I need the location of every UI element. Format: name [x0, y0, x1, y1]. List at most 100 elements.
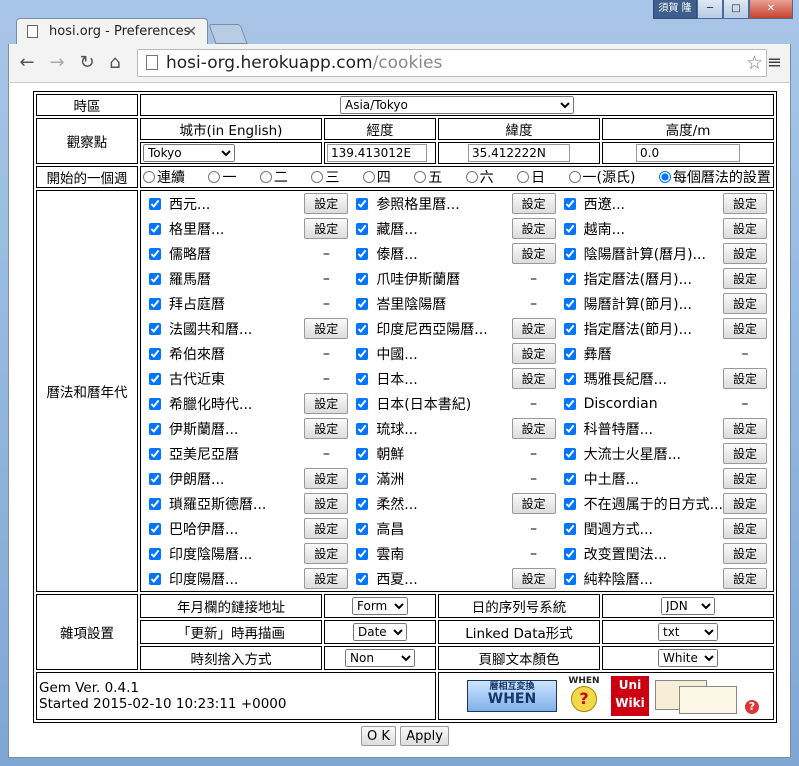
calendar-checkbox[interactable] — [149, 522, 161, 535]
calendar-settings-button[interactable]: 設定 — [511, 343, 556, 364]
calendar-settings-button[interactable]: 設定 — [511, 418, 556, 439]
calendar-settings-button[interactable]: 設定 — [304, 218, 349, 239]
calendar-checkbox[interactable] — [563, 322, 576, 335]
calendar-settings-button[interactable]: 設定 — [723, 418, 767, 439]
calendar-settings-button[interactable]: 設定 — [304, 543, 349, 564]
calendar-checkbox[interactable] — [356, 422, 369, 435]
calendar-settings-button[interactable]: 設定 — [723, 243, 767, 264]
longitude-input[interactable] — [327, 144, 427, 162]
calendar-settings-button[interactable]: 設定 — [304, 568, 349, 589]
forward-icon[interactable]: → — [45, 52, 69, 73]
calendar-checkbox[interactable] — [149, 272, 161, 285]
latitude-input[interactable] — [468, 144, 570, 162]
calendar-checkbox[interactable] — [149, 222, 161, 235]
calendar-checkbox[interactable] — [356, 572, 369, 585]
calendar-checkbox[interactable] — [563, 197, 576, 210]
calendar-settings-button[interactable]: 設定 — [511, 243, 556, 264]
help-icon[interactable]: ? — [745, 700, 759, 714]
week-radio[interactable] — [568, 171, 581, 183]
calendar-checkbox[interactable] — [563, 447, 576, 460]
calendar-settings-button[interactable]: 設定 — [304, 418, 349, 439]
calendar-checkbox[interactable] — [149, 472, 161, 485]
calendar-checkbox[interactable] — [356, 222, 369, 235]
calendar-checkbox[interactable] — [356, 447, 369, 460]
calendar-settings-button[interactable]: 設定 — [723, 368, 767, 389]
calendar-checkbox[interactable] — [356, 372, 369, 385]
week-option-8[interactable]: 一(源氏) — [568, 167, 635, 187]
week-radio[interactable] — [208, 171, 221, 183]
linked-data-select[interactable]: txt — [658, 623, 718, 641]
calendar-checkbox[interactable] — [356, 297, 369, 310]
rounding-select[interactable]: Non — [345, 649, 415, 667]
profile-badge[interactable]: 須賀 隆 — [653, 0, 697, 19]
calendar-checkbox[interactable] — [356, 522, 369, 535]
calendar-settings-button[interactable]: 設定 — [304, 318, 349, 339]
week-option-1[interactable]: 一 — [208, 167, 236, 187]
calendar-checkbox[interactable] — [149, 347, 161, 360]
week-option-6[interactable]: 六 — [465, 167, 494, 187]
calendar-checkbox[interactable] — [149, 547, 161, 560]
when-question-badge[interactable]: WHEN ? — [561, 676, 607, 716]
calendar-settings-button[interactable]: 設定 — [511, 193, 556, 214]
when-badge[interactable]: 暦相互変換 WHEN — [467, 680, 557, 712]
calendar-checkbox[interactable] — [563, 247, 576, 260]
calendar-checkbox[interactable] — [149, 422, 161, 435]
calendar-checkbox[interactable] — [563, 297, 576, 310]
calendar-checkbox[interactable] — [356, 497, 369, 510]
calendar-checkbox[interactable] — [563, 372, 576, 385]
browser-tab[interactable]: hosi.org - Preferences ✕ — [16, 18, 208, 44]
calendar-checkbox[interactable] — [356, 472, 369, 485]
calendar-checkbox[interactable] — [149, 572, 161, 585]
footer-color-select[interactable]: White — [658, 649, 718, 667]
maximize-button[interactable]: □ — [723, 0, 749, 19]
address-bar[interactable]: hosi-org.herokuapp.com/cookies ☆ — [137, 49, 767, 77]
home-icon[interactable]: ⌂ — [103, 52, 127, 73]
week-radio[interactable] — [517, 171, 530, 183]
week-option-4[interactable]: 四 — [362, 167, 391, 187]
uniwiki-badge[interactable]: Uni Wiki — [611, 676, 649, 716]
week-option-0[interactable]: 連續 — [143, 167, 185, 187]
calendar-settings-button[interactable]: 設定 — [723, 468, 767, 489]
calendar-settings-button[interactable]: 設定 — [723, 218, 767, 239]
calendar-settings-button[interactable]: 設定 — [304, 493, 349, 514]
calendar-checkbox[interactable] — [356, 247, 369, 260]
calendar-checkbox[interactable] — [356, 322, 369, 335]
calendar-checkbox[interactable] — [563, 347, 576, 360]
reload-icon[interactable]: ↻ — [75, 52, 99, 73]
close-tab-icon[interactable]: ✕ — [185, 19, 197, 45]
week-option-2[interactable]: 二 — [259, 167, 288, 187]
calendar-checkbox[interactable] — [563, 397, 576, 410]
week-radio[interactable] — [259, 171, 272, 183]
link-target-select[interactable]: Form — [352, 597, 408, 615]
calendar-settings-button[interactable]: 設定 — [723, 493, 767, 514]
week-option-5[interactable]: 五 — [414, 167, 442, 187]
calendar-checkbox[interactable] — [356, 397, 369, 410]
calendar-checkbox[interactable] — [563, 422, 576, 435]
apply-button[interactable]: Apply — [400, 726, 449, 746]
altitude-input[interactable] — [636, 144, 740, 162]
calendar-settings-button[interactable]: 設定 — [511, 368, 556, 389]
new-tab-button[interactable] — [208, 24, 248, 44]
calendar-checkbox[interactable] — [149, 197, 161, 210]
ok-button[interactable]: O K — [361, 726, 396, 746]
city-select[interactable]: Tokyo — [143, 144, 235, 162]
calendar-checkbox[interactable] — [356, 197, 369, 210]
calendar-settings-button[interactable]: 設定 — [511, 568, 556, 589]
week-radio[interactable] — [414, 171, 427, 183]
week-option-7[interactable]: 日 — [517, 167, 545, 187]
calendar-settings-button[interactable]: 設定 — [723, 268, 767, 289]
calendar-settings-button[interactable]: 設定 — [723, 518, 767, 539]
calendar-checkbox[interactable] — [149, 447, 161, 460]
calendar-checkbox[interactable] — [149, 372, 161, 385]
calendar-settings-button[interactable]: 設定 — [511, 218, 556, 239]
calendar-settings-button[interactable]: 設定 — [304, 468, 349, 489]
calendar-settings-button[interactable]: 設定 — [723, 193, 767, 214]
week-radio[interactable] — [465, 171, 478, 183]
calendar-checkbox[interactable] — [149, 322, 161, 335]
timezone-select[interactable]: Asia/Tokyo — [340, 96, 574, 114]
calendar-checkbox[interactable] — [149, 397, 161, 410]
calendar-settings-button[interactable]: 設定 — [511, 493, 556, 514]
calendar-checkbox[interactable] — [356, 347, 369, 360]
calendar-checkbox[interactable] — [563, 497, 576, 510]
calendar-checkbox[interactable] — [563, 222, 576, 235]
